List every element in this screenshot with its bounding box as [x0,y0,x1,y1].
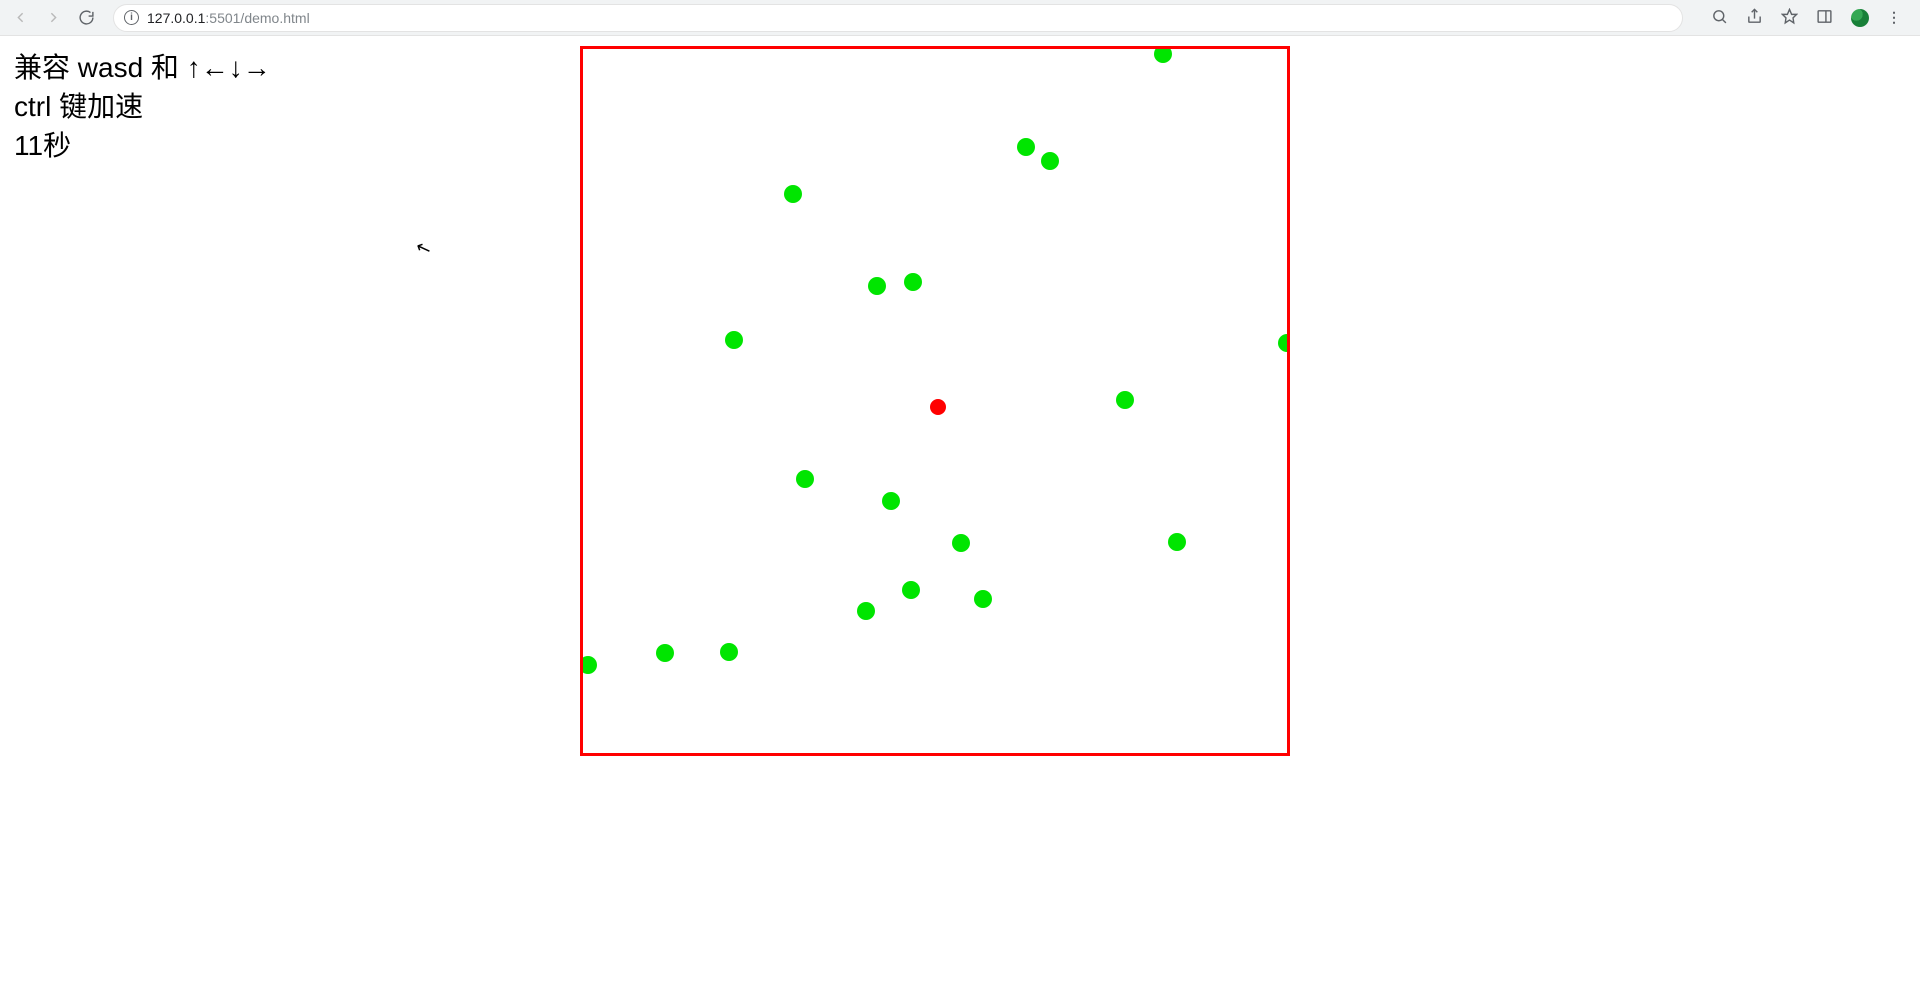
enemy-ball [580,656,597,674]
timer-value: 11 [14,130,43,161]
enemy-ball [725,331,743,349]
enemy-ball [1116,391,1134,409]
player-ball [930,399,946,415]
enemy-ball [1168,533,1186,551]
enemy-ball [904,273,922,291]
game-arena[interactable] [580,46,1290,756]
zoom-icon[interactable] [1711,8,1728,28]
nav-buttons [12,9,95,26]
enemy-ball [902,581,920,599]
extension-icon[interactable] [1851,9,1869,27]
timer-unit: 秒 [43,130,71,161]
enemy-ball [868,277,886,295]
enemy-ball [1017,138,1035,156]
enemy-ball [882,492,900,510]
back-button[interactable] [12,9,29,26]
reload-button[interactable] [78,9,95,26]
enemy-ball [784,185,802,203]
enemy-ball [1041,152,1059,170]
enemy-ball [1278,334,1290,352]
bookmark-star-icon[interactable] [1781,8,1798,28]
enemy-ball [974,590,992,608]
timer-line: 11秒 [14,126,271,165]
enemy-ball [1154,46,1172,63]
enemy-ball [796,470,814,488]
site-info-icon[interactable]: i [124,10,139,25]
url-text: 127.0.0.1:5501/demo.html [147,10,310,26]
menu-icon[interactable]: ⋮ [1887,9,1902,26]
url-host: 127.0.0.1 [147,10,205,26]
url-path: :5501/demo.html [205,10,309,26]
browser-toolbar: i 127.0.0.1:5501/demo.html ⋮ [0,0,1920,36]
enemy-ball [952,534,970,552]
instruction-line-1: 兼容 wasd 和 ↑←↓→ [14,48,271,87]
enemy-ball [1287,571,1290,589]
mouse-cursor-icon: ↖ [413,236,434,261]
enemy-ball [857,602,875,620]
panel-icon[interactable] [1816,8,1833,28]
instruction-line-2: ctrl 键加速 [14,87,271,126]
instructions-panel: 兼容 wasd 和 ↑←↓→ ctrl 键加速 11秒 [14,48,271,166]
toolbar-actions: ⋮ [1701,8,1912,28]
address-bar[interactable]: i 127.0.0.1:5501/demo.html [113,4,1683,32]
enemy-ball [656,644,674,662]
page-body: 兼容 wasd 和 ↑←↓→ ctrl 键加速 11秒 ↖ [0,36,1920,1000]
enemy-ball [720,643,738,661]
forward-button[interactable] [45,9,62,26]
share-icon[interactable] [1746,8,1763,28]
